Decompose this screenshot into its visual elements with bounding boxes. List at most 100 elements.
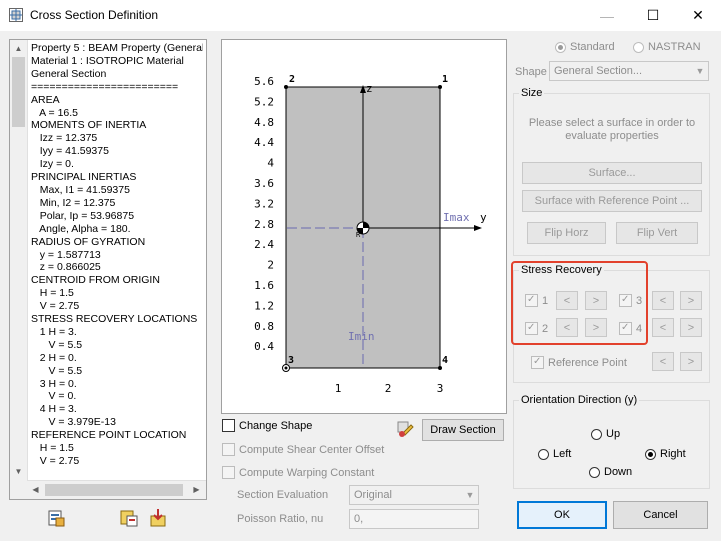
- stress-point-3-checkbox[interactable]: [619, 294, 632, 307]
- shear-center-option[interactable]: Compute Shear Center Offset: [222, 443, 384, 456]
- stress-point-3-option[interactable]: 3: [619, 294, 642, 307]
- title-bar: Cross Section Definition — ☐ ✕: [0, 0, 721, 31]
- close-button[interactable]: ✕: [675, 0, 721, 31]
- change-shape-checkbox[interactable]: [222, 419, 235, 432]
- stress-point-1-option[interactable]: 1: [525, 294, 548, 307]
- corner-label-4: 4: [442, 355, 448, 366]
- scroll-down-icon[interactable]: ▼: [10, 463, 27, 480]
- orientation-up-option[interactable]: Up: [591, 428, 620, 440]
- surface-with-reference-button[interactable]: Surface with Reference Point ...: [522, 190, 702, 212]
- orientation-up-label: Up: [606, 428, 621, 440]
- vertical-scroll-thumb[interactable]: [12, 57, 25, 127]
- warping-checkbox[interactable]: [222, 466, 235, 479]
- section-evaluation-label: Section Evaluation: [237, 489, 329, 501]
- chevron-down-icon: ▼: [465, 490, 475, 500]
- scroll-left-icon[interactable]: ◀: [27, 481, 44, 498]
- stress-point-4-checkbox[interactable]: [619, 322, 632, 335]
- y-tick-label: 0.4: [254, 340, 274, 353]
- orientation-down-label: Down: [604, 466, 633, 478]
- section-evaluation-select[interactable]: Original ▼: [349, 485, 479, 505]
- y-tick-label: 4.4: [254, 136, 274, 149]
- properties-listbox[interactable]: ▲ ▼ Property 5 : BEAM Property (General …: [9, 39, 207, 500]
- cancel-button[interactable]: Cancel: [613, 501, 708, 529]
- cross-section-plot: z y Imax Imin R 1 2 3 4 5.65.24.84.443.6…: [254, 74, 487, 395]
- stress-point-2-prev-button[interactable]: <: [556, 318, 578, 337]
- poisson-ratio-label: Poisson Ratio, nu: [237, 513, 324, 525]
- shape-value: General Section...: [554, 65, 643, 77]
- minimize-button[interactable]: —: [584, 0, 630, 31]
- nastran-option[interactable]: NASTRAN: [633, 41, 701, 53]
- stress-point-1-checkbox[interactable]: [525, 294, 538, 307]
- y-tick-label: 1.2: [254, 299, 274, 312]
- stress-point-3-label: 3: [636, 294, 643, 307]
- stress-point-4-next-button[interactable]: >: [680, 318, 702, 337]
- orientation-up-radio[interactable]: [591, 428, 602, 440]
- standard-radio[interactable]: [555, 41, 566, 53]
- orientation-left-label: Left: [553, 448, 572, 460]
- orientation-title: Orientation Direction (y): [519, 394, 640, 406]
- reference-point-option[interactable]: Reference Point: [531, 356, 627, 369]
- shape-select[interactable]: General Section... ▼: [549, 61, 709, 81]
- stress-point-4-option[interactable]: 4: [619, 322, 642, 335]
- warping-label: Compute Warping Constant: [239, 466, 375, 479]
- shear-center-checkbox[interactable]: [222, 443, 235, 456]
- reference-point-prev-button[interactable]: <: [652, 352, 674, 371]
- save-properties-icon[interactable]: [118, 507, 140, 529]
- nastran-radio[interactable]: [633, 41, 644, 53]
- x-tick-label: 1: [335, 382, 342, 395]
- y-axis-label: y: [480, 211, 487, 224]
- imin-label: Imin: [348, 330, 375, 343]
- corner-label-2: 2: [289, 74, 295, 85]
- draw-section-button[interactable]: Draw Section: [422, 419, 504, 441]
- copy-properties-icon[interactable]: [45, 507, 67, 529]
- reference-point-checkbox[interactable]: [531, 356, 544, 369]
- y-tick-label: 3.6: [254, 177, 274, 190]
- y-tick-label: 2.8: [254, 218, 274, 231]
- ok-button[interactable]: OK: [517, 501, 607, 529]
- orientation-left-radio[interactable]: [538, 448, 549, 460]
- section-properties-text: Property 5 : BEAM Property (General Mate…: [31, 42, 203, 467]
- vertical-scrollbar[interactable]: ▲ ▼: [10, 40, 28, 499]
- maximize-button[interactable]: ☐: [630, 0, 676, 31]
- orientation-right-option[interactable]: Right: [645, 448, 686, 460]
- section-plot-area[interactable]: z y Imax Imin R 1 2 3 4 5.6 5.2 4.8 4.4 4 3.6…: [221, 39, 507, 414]
- y-tick-label: 0.8: [254, 320, 274, 333]
- stress-point-2-checkbox[interactable]: [525, 322, 538, 335]
- orientation-left-option[interactable]: Left: [538, 448, 571, 460]
- scroll-up-icon[interactable]: ▲: [10, 40, 27, 57]
- load-properties-icon[interactable]: [147, 507, 169, 529]
- stress-point-2-label: 2: [542, 322, 549, 335]
- horizontal-scrollbar[interactable]: ◀ ▶: [27, 480, 206, 499]
- y-tick-label: 5.6: [254, 75, 274, 88]
- orientation-down-radio[interactable]: [589, 466, 600, 478]
- orientation-down-option[interactable]: Down: [589, 466, 632, 478]
- size-hint-text: Please select a surface in order to eval…: [528, 117, 696, 142]
- y-tick-label: 2: [267, 259, 274, 272]
- orientation-right-radio[interactable]: [645, 448, 656, 460]
- warping-option[interactable]: Compute Warping Constant: [222, 466, 374, 479]
- stress-point-4-label: 4: [636, 322, 643, 335]
- flip-vert-button[interactable]: Flip Vert: [616, 222, 698, 244]
- reference-point-next-button[interactable]: >: [680, 352, 702, 371]
- stress-point-1-next-button[interactable]: >: [585, 291, 607, 310]
- change-shape-label: Change Shape: [239, 419, 313, 432]
- stress-point-1-prev-button[interactable]: <: [556, 291, 578, 310]
- size-group-title: Size: [519, 87, 545, 99]
- standard-option[interactable]: Standard: [555, 41, 615, 53]
- stress-point-2-option[interactable]: 2: [525, 322, 548, 335]
- scroll-right-icon[interactable]: ▶: [188, 481, 205, 498]
- imax-label: Imax: [443, 211, 470, 224]
- stress-point-3-prev-button[interactable]: <: [652, 291, 674, 310]
- horizontal-scroll-thumb[interactable]: [45, 484, 183, 496]
- stress-point-2-next-button[interactable]: >: [585, 318, 607, 337]
- y-tick-label: 5.2: [254, 95, 274, 108]
- stress-point-4-prev-button[interactable]: <: [652, 318, 674, 337]
- z-axis-label: z: [366, 82, 373, 95]
- stress-point-3-next-button[interactable]: >: [680, 291, 702, 310]
- change-shape-option[interactable]: Change Shape: [222, 419, 312, 432]
- flip-horz-button[interactable]: Flip Horz: [527, 222, 606, 244]
- stress-recovery-title: Stress Recovery: [519, 264, 604, 276]
- shape-edit-icon[interactable]: [395, 419, 415, 439]
- poisson-ratio-input[interactable]: 0,: [349, 509, 479, 529]
- surface-button[interactable]: Surface...: [522, 162, 702, 184]
